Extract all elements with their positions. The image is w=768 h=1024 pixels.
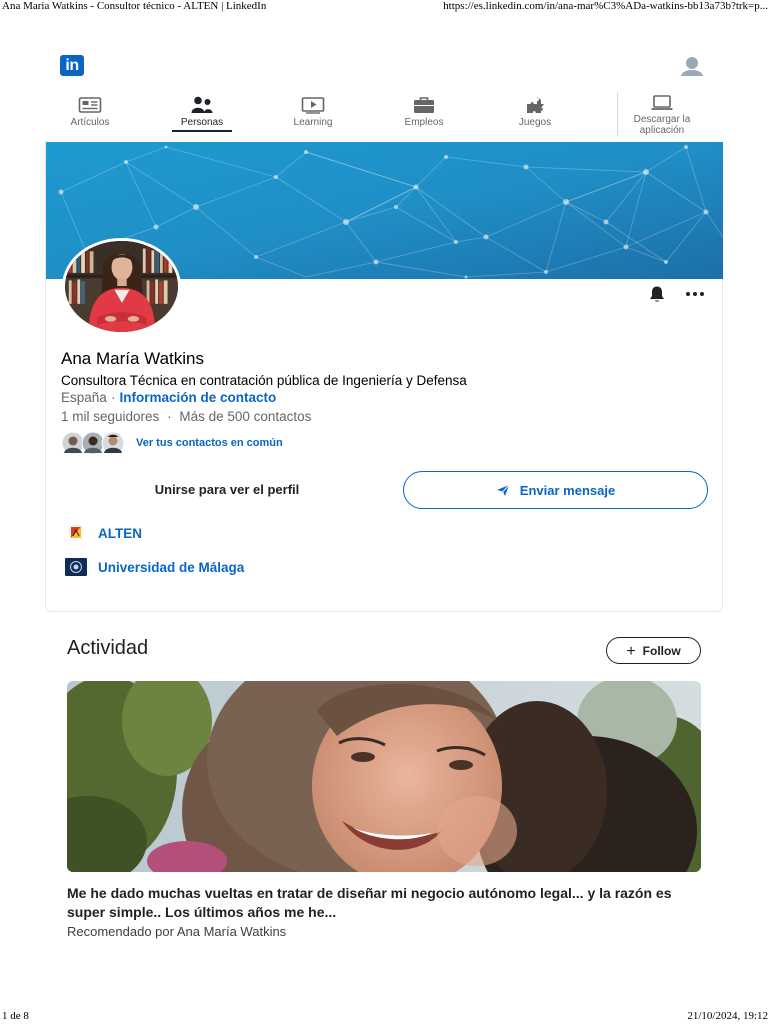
nav-label: Artículos: [70, 117, 110, 128]
join-to-view-profile-button[interactable]: Unirse para ver el perfil: [61, 471, 393, 509]
send-message-label: Enviar mensaje: [519, 482, 616, 498]
profile-location: España: [61, 390, 107, 405]
profile-headline: Consultora Técnica en contratación públi…: [61, 373, 467, 388]
print-page-title: Ana Maria Watkins - Consultor técnico - …: [2, 0, 267, 12]
print-datetime: 21/10/2024, 19:12: [687, 1010, 768, 1022]
nav-label: Personas: [180, 117, 224, 128]
bell-icon[interactable]: [648, 285, 666, 303]
nav-label: Empleos: [404, 117, 444, 128]
post-meta: Recomendado por Ana María Watkins: [67, 924, 287, 939]
puzzle-icon: [527, 97, 544, 113]
main-nav: Artículos Personas Learning Empleos Jueg…: [0, 90, 768, 140]
post-image[interactable]: [67, 681, 701, 872]
activity-heading: Actividad: [67, 637, 149, 659]
nav-item-jobs[interactable]: Empleos: [394, 90, 454, 138]
follow-button[interactable]: + Follow: [606, 637, 701, 664]
print-page-number: 1 de 8: [2, 1010, 29, 1022]
nav-label: Descargar la aplicación: [633, 114, 691, 136]
print-footer: 1 de 8 21/10/2024, 19:12: [0, 1010, 768, 1024]
learning-icon: [301, 97, 325, 114]
contact-info-link[interactable]: Información de contacto: [120, 390, 277, 405]
profile-stats: 1 mil seguidores · Más de 500 contactos: [61, 409, 311, 424]
articles-icon: [78, 97, 102, 113]
connections-count: Más de 500 contactos: [179, 409, 312, 424]
nav-item-learning[interactable]: Learning: [283, 90, 343, 138]
download-app-icon: [651, 95, 673, 110]
followers-count: 1 mil seguidores: [61, 409, 160, 424]
print-page-url: https://es.linkedin.com/in/ana-mar%C3%AD…: [443, 0, 768, 12]
send-message-button[interactable]: Enviar mensaje: [403, 471, 708, 509]
university-logo-icon: [65, 558, 87, 576]
nav-label: Learning: [293, 117, 333, 128]
profile-photo[interactable]: [62, 238, 181, 335]
profile-location-row: España · Información de contacto: [61, 390, 276, 405]
separator-dot: ·: [167, 409, 172, 424]
people-icon: [191, 96, 213, 113]
organization-name[interactable]: Universidad de Málaga: [98, 560, 244, 575]
nav-label: Juegos: [518, 117, 552, 128]
alten-logo-icon: [69, 525, 83, 541]
follow-label: Follow: [642, 644, 681, 658]
organization-name[interactable]: ALTEN: [98, 526, 142, 541]
user-avatar-icon[interactable]: [680, 56, 704, 76]
plus-icon: +: [626, 643, 636, 660]
nav-item-people[interactable]: Personas: [172, 90, 232, 138]
linkedin-logo[interactable]: in: [60, 55, 84, 76]
send-icon: [496, 484, 510, 496]
mutual-connection-avatars: [61, 431, 125, 455]
nav-item-articles[interactable]: Artículos: [60, 90, 120, 138]
nav-active-indicator: [172, 130, 232, 132]
print-header: Ana Maria Watkins - Consultor técnico - …: [0, 0, 768, 14]
profile-name: Ana María Watkins: [61, 349, 204, 368]
post-title[interactable]: Me he dado muchas vueltas en tratar de d…: [67, 884, 707, 922]
nav-divider: [617, 92, 618, 136]
separator-dot: ·: [111, 390, 116, 405]
mutual-connections-link[interactable]: Ver tus contactos en común: [136, 437, 283, 449]
nav-item-games[interactable]: Juegos: [505, 90, 565, 138]
briefcase-icon: [414, 97, 434, 113]
nav-item-download-app[interactable]: Descargar la aplicación: [624, 90, 700, 138]
more-options-icon[interactable]: [684, 286, 706, 302]
